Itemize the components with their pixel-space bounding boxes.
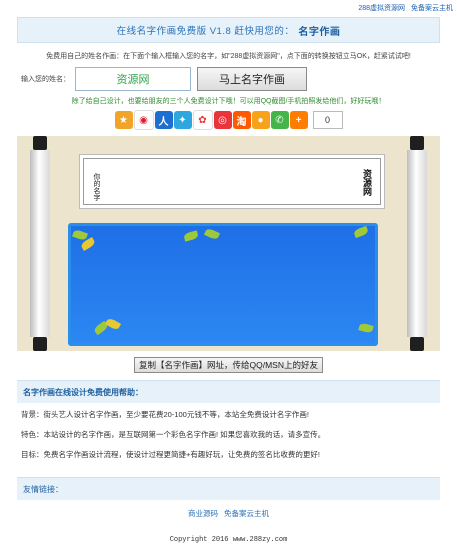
orange-icon[interactable]: ● xyxy=(251,111,270,129)
sohu-icon[interactable]: ◎ xyxy=(213,111,232,129)
wechat-icon[interactable]: ✆ xyxy=(270,111,289,129)
friend-link-hosting[interactable]: 免备案云主机 xyxy=(224,509,269,518)
name-art-paper: 你的名字 资源网 xyxy=(83,158,381,205)
usage-hint: 免费用自己的姓名作画：在下面个输入框输入您的名字，如"288虚拟资源网"，点下面… xyxy=(46,53,411,60)
paper-left-text: 你的名字 xyxy=(93,173,100,201)
leaf-decoration xyxy=(183,230,199,242)
help-feature: 特色：本站设计的名字作画，是互联网第一个彩色名字作画! 如果您喜欢我的话，请多宣… xyxy=(21,430,326,439)
renren-icon[interactable]: 人 xyxy=(154,111,173,129)
leaf-decoration xyxy=(358,322,374,334)
taobao-icon[interactable]: 淘 xyxy=(232,111,251,129)
loading-overlay xyxy=(68,223,378,346)
star-icon[interactable]: ★ xyxy=(114,111,133,129)
share-promo-text: 除了给自己设计，也要给朋友的三个人免费设计下哦！可以用QQ截图/手机拍照发给他们… xyxy=(71,98,386,105)
help-section: 背景：街头艺人设计名字作画，至少要花费20-100元钱不等，本站全免费设计名字作… xyxy=(17,403,440,473)
right-scroll-rod xyxy=(406,136,428,351)
share-bar: ★ ◉ 人 ✦ ✿ ◎ 淘 ● ✆ + 0 xyxy=(17,110,440,130)
help-goal: 目标：免费名字作画设计流程，使设计过程更简捷+有趣好玩，让免费的签名比收费的更好… xyxy=(21,450,320,459)
leaf-decoration xyxy=(104,317,122,331)
copy-link-button[interactable]: 复制【名字作画】网址，传给QQ/MSN上的好友 xyxy=(134,357,323,373)
share-count: 0 xyxy=(312,111,343,129)
generate-button[interactable]: 马上名字作画 xyxy=(197,67,307,91)
qzone-icon[interactable]: ✦ xyxy=(173,111,192,129)
footer-copyright: Copyright 2016 www.288zy.com xyxy=(169,536,288,544)
name-form: 输入您的姓名： 马上名字作画 xyxy=(17,67,440,91)
paper-right-text: 资源网 xyxy=(362,169,372,196)
main-container: 在线名字作画免费版 V1.8 赶快用您的： 名字作画 免费用自己的姓名作画：在下… xyxy=(17,17,440,519)
friend-link-source[interactable]: 商业源码 xyxy=(188,509,218,518)
help-section-head: 名字作画在线设计免费使用帮助： xyxy=(17,380,440,403)
help-background: 背景：街头艺人设计名字作画，至少要花费20-100元钱不等，本站全免费设计名字作… xyxy=(21,410,309,419)
friend-links-head: 友情链接： xyxy=(17,477,440,500)
name-input[interactable] xyxy=(75,67,191,91)
page-title-bar: 在线名字作画免费版 V1.8 赶快用您的： 名字作画 xyxy=(17,17,440,43)
top-link-hosting[interactable]: 免备案云主机 xyxy=(411,5,453,12)
leaf-decoration xyxy=(203,227,221,241)
friend-links: 商业源码 免备案云主机 xyxy=(17,500,440,519)
scroll-preview: 你的名字 资源网 xyxy=(17,136,440,351)
more-icon[interactable]: + xyxy=(289,111,308,129)
weibo-icon[interactable]: ◉ xyxy=(133,110,154,130)
leaf-decoration xyxy=(353,226,369,239)
top-link-resource[interactable]: 288虚拟资源网 xyxy=(358,5,405,12)
page-title: 在线名字作画免费版 V1.8 赶快用您的： xyxy=(116,26,295,37)
left-scroll-rod xyxy=(29,136,51,351)
page-title-bold: 名字作画 xyxy=(298,26,341,38)
baidu-icon[interactable]: ✿ xyxy=(192,110,213,130)
name-label: 输入您的姓名： xyxy=(21,76,70,83)
top-links: 288虚拟资源网 免备案云主机 xyxy=(354,3,453,13)
